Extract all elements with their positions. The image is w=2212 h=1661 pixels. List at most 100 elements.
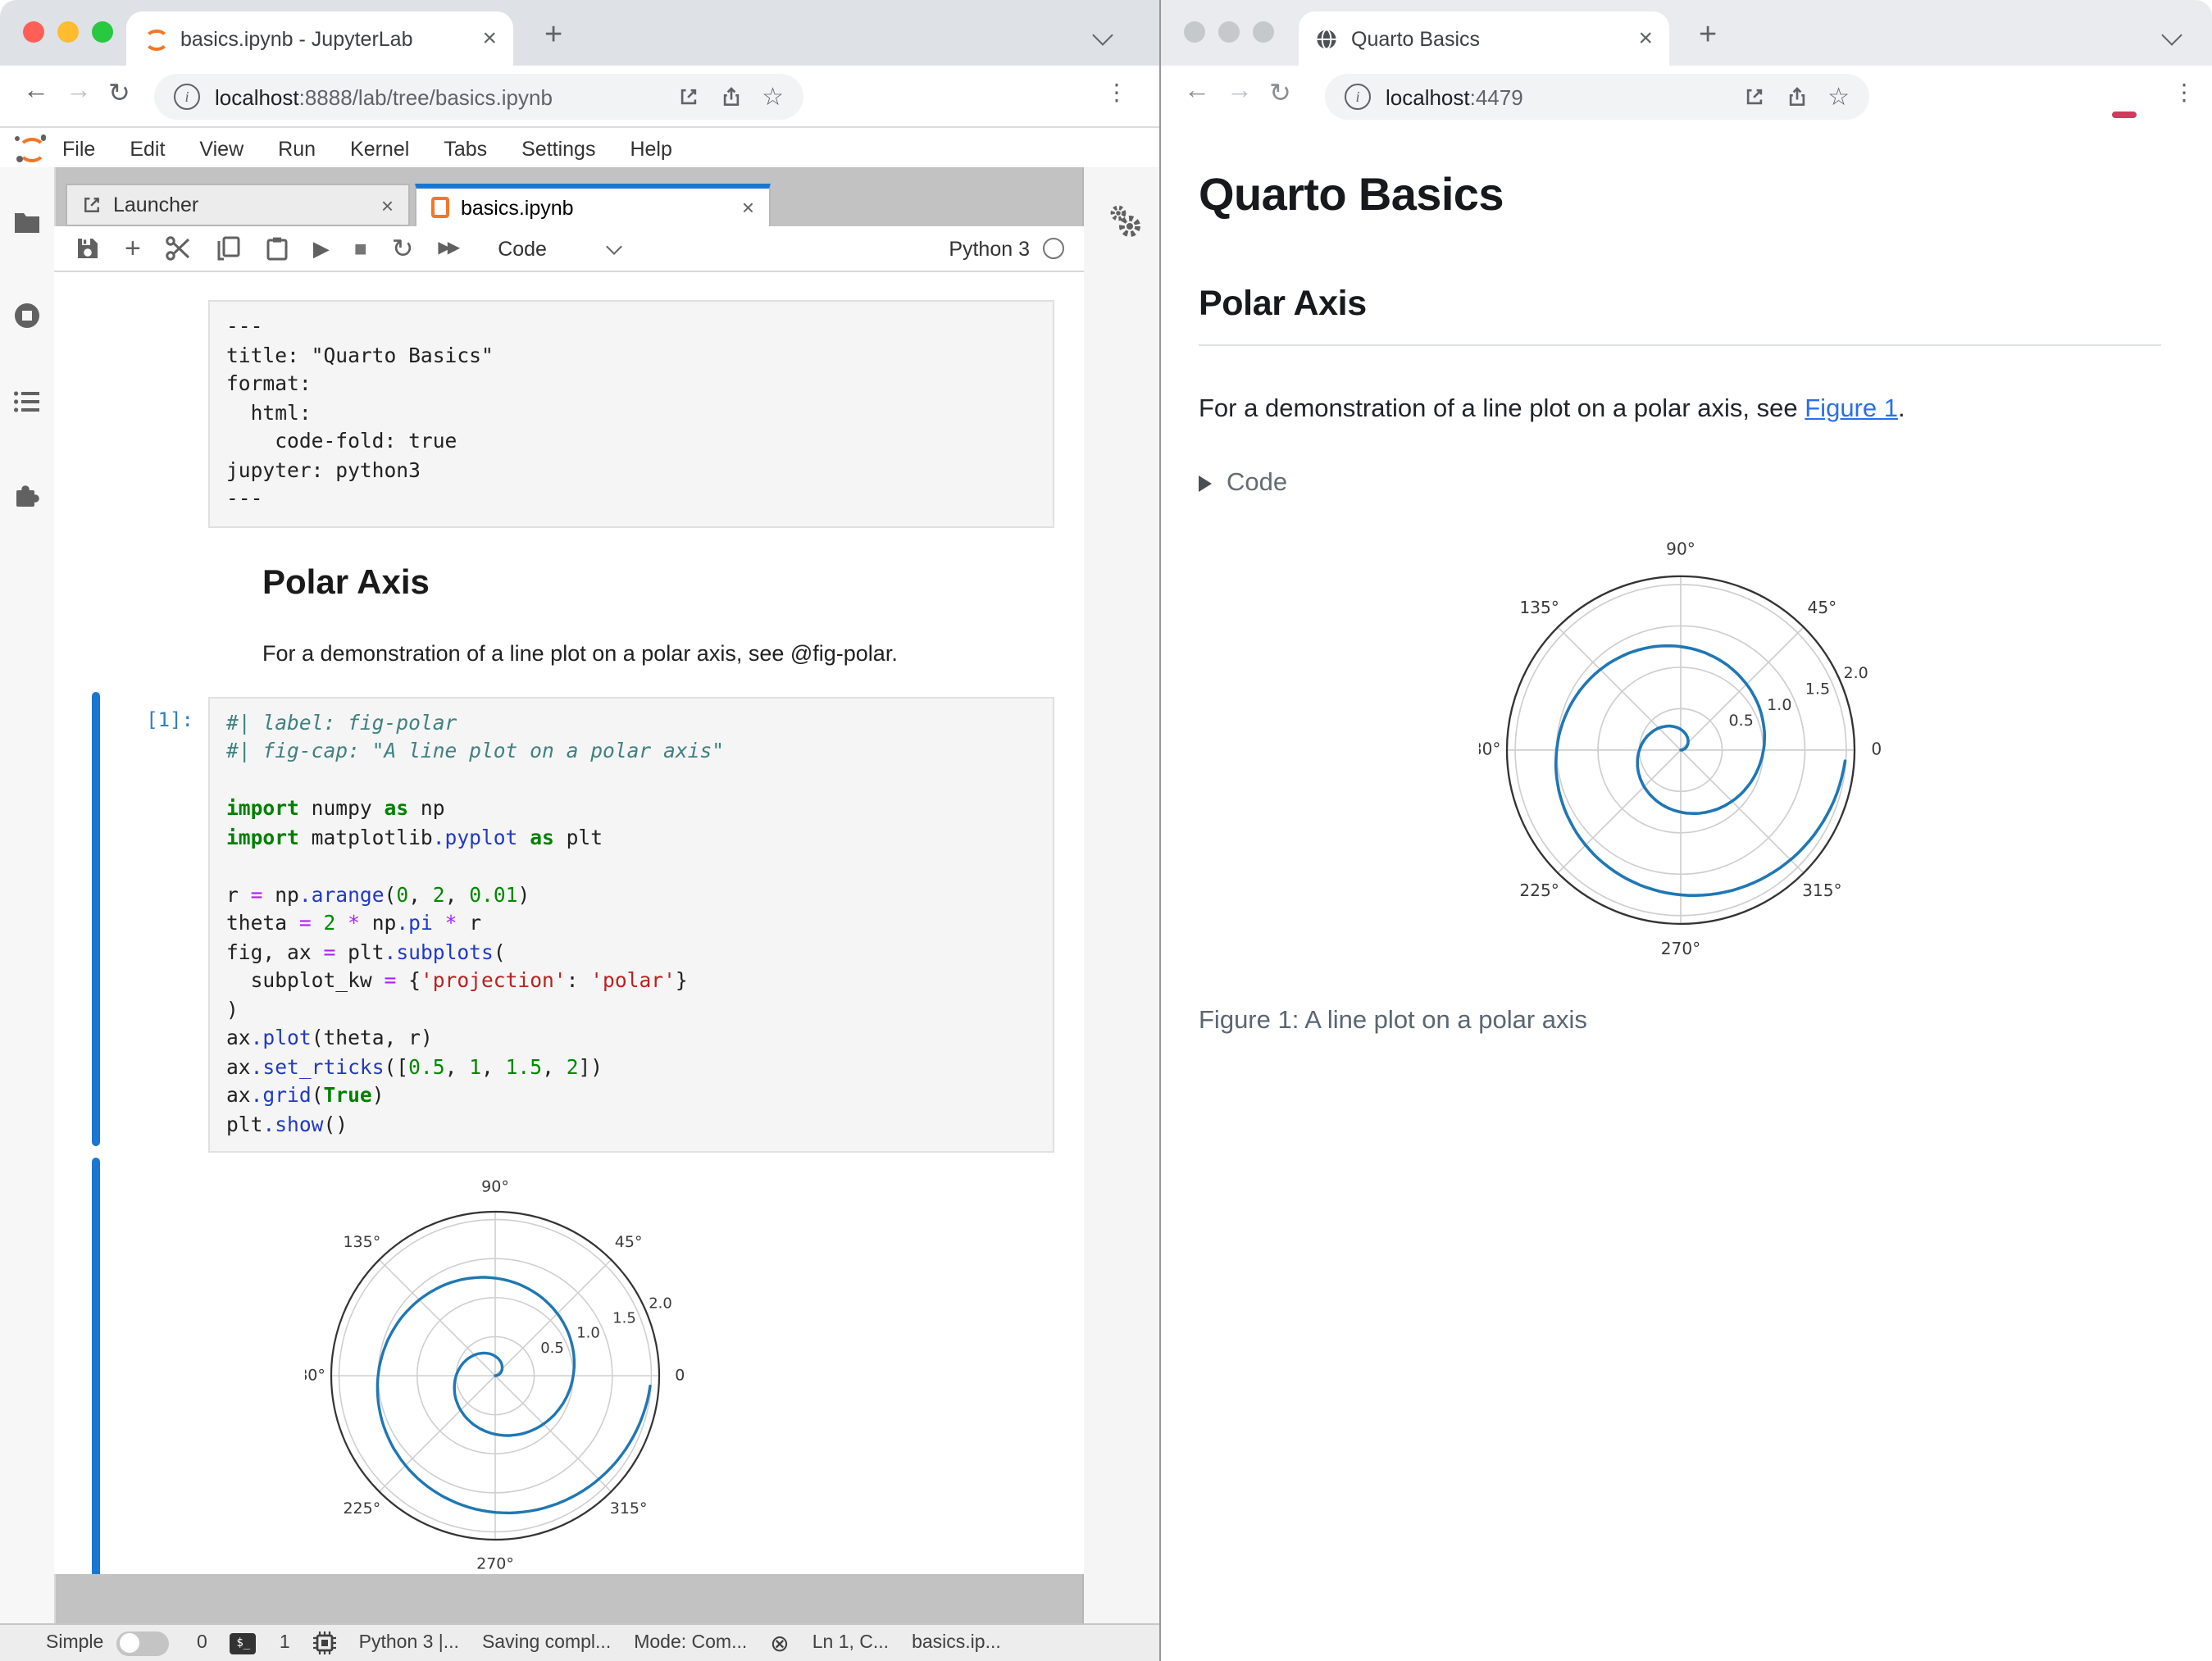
back-icon[interactable]: ← [1184, 77, 1210, 107]
save-icon[interactable] [75, 236, 100, 261]
add-cell-icon[interactable]: + [125, 232, 141, 265]
url-text[interactable]: localhost:4479 [1386, 84, 1742, 109]
mode-indicator[interactable]: Mode: Com... [634, 1633, 747, 1653]
file-browser-icon[interactable] [13, 210, 41, 243]
code-cell-editor[interactable]: #| label: fig-polar #| fig-cap: "A line p… [208, 696, 1054, 1153]
yaml-line: --- [226, 315, 263, 338]
menu-edit[interactable]: Edit [130, 137, 165, 160]
yaml-line: code-fold: true [226, 430, 457, 453]
close-tab-icon[interactable]: × [482, 26, 497, 51]
property-inspector-gears-icon[interactable] [1105, 203, 1141, 239]
run-cell-icon[interactable]: ▶ [313, 235, 330, 262]
browser-menu-icon[interactable]: ⋮ [2173, 79, 2196, 107]
code-fold-disclosure[interactable]: Code [1199, 469, 2161, 498]
menu-view[interactable]: View [199, 137, 244, 160]
close-window-button[interactable] [23, 21, 44, 43]
browser-menu-icon[interactable]: ⋮ [1105, 79, 1128, 107]
cut-cells-icon[interactable] [166, 236, 192, 261]
share-icon[interactable] [719, 85, 742, 108]
site-info-icon[interactable]: i [1345, 84, 1371, 110]
code-cell[interactable]: [1]: #| label: fig-polar #| fig-cap: "A l… [54, 696, 1084, 1153]
code-line: ) [226, 998, 239, 1021]
paste-cells-icon[interactable] [266, 236, 289, 261]
tab-overflow-chevron-icon[interactable] [1092, 25, 1113, 46]
restart-run-all-icon[interactable]: ▶▶ [438, 239, 460, 257]
left-activity-bar [0, 167, 56, 1625]
address-bar[interactable]: i localhost:8888/lab/tree/basics.ipynb ☆ [154, 74, 803, 120]
disclosure-triangle-icon [1199, 476, 1212, 492]
terminals-count[interactable]: 0 [197, 1633, 207, 1653]
kernel-status-text[interactable]: Python 3 |... [359, 1633, 459, 1653]
forward-icon[interactable]: → [66, 77, 92, 107]
site-info-icon[interactable]: i [174, 84, 200, 110]
kernel-name[interactable]: Python 3 [949, 237, 1030, 260]
code-line: import numpy as np [226, 797, 445, 820]
figure-1-link[interactable]: Figure 1 [1805, 395, 1898, 423]
open-in-new-icon[interactable] [676, 85, 699, 108]
bookmark-star-icon[interactable]: ☆ [762, 84, 784, 109]
back-icon[interactable]: ← [23, 77, 49, 107]
tab-launcher[interactable]: Launcher × [66, 184, 410, 226]
window-controls[interactable] [1184, 21, 1274, 43]
svg-text:45°: 45° [615, 1233, 643, 1251]
svg-text:0°: 0° [1870, 739, 1882, 758]
browser-tab[interactable]: basics.ipynb - JupyterLab × [126, 11, 513, 66]
running-kernels-icon[interactable] [13, 302, 41, 338]
markdown-cell[interactable]: Polar Axis For a demonstration of a line… [54, 563, 1084, 665]
address-bar[interactable]: i localhost:4479 ☆ [1325, 74, 1869, 120]
minimize-window-button[interactable] [1218, 21, 1240, 43]
menu-settings[interactable]: Settings [521, 137, 595, 160]
menu-file[interactable]: File [62, 137, 95, 160]
window-controls[interactable] [23, 21, 113, 43]
code-line: ax.set_rticks([0.5, 1, 1.5, 2]) [226, 1055, 603, 1078]
close-window-button[interactable] [1184, 21, 1205, 43]
extensions-icon[interactable] [13, 482, 41, 517]
close-tab-icon[interactable]: × [1638, 26, 1653, 51]
tab-notebook[interactable]: basics.ipynb × [415, 184, 771, 226]
restart-kernel-icon[interactable]: ↻ [392, 232, 414, 265]
svg-text:270°: 270° [1660, 939, 1700, 958]
table-of-contents-icon[interactable] [13, 390, 41, 421]
new-tab-button[interactable]: + [544, 18, 562, 54]
zoom-window-button[interactable] [92, 21, 113, 43]
reload-icon[interactable]: ↻ [1269, 77, 1291, 110]
reload-icon[interactable]: ↻ [108, 77, 130, 110]
profile-indicator [2112, 111, 2137, 117]
copy-cells-icon[interactable] [216, 236, 241, 261]
yaml-cell-editor[interactable]: --- title: "Quarto Basics" format: html: c… [208, 300, 1054, 527]
menu-tabs[interactable]: Tabs [444, 137, 487, 160]
bookmark-star-icon[interactable]: ☆ [1827, 84, 1850, 109]
browser-toolbar: ← → ↻ i localhost:8888/lab/tree/basics.i… [0, 66, 1159, 128]
line-col-indicator[interactable]: Ln 1, C... [812, 1633, 889, 1653]
share-icon[interactable] [1785, 85, 1808, 108]
menu-help[interactable]: Help [630, 137, 671, 160]
diagnostics-icon[interactable]: ⊗ [770, 1631, 789, 1654]
code-line: plt.show() [226, 1113, 348, 1135]
minimize-window-button[interactable] [57, 21, 79, 43]
code-cell-collapser[interactable] [92, 692, 100, 1146]
url-text[interactable]: localhost:8888/lab/tree/basics.ipynb [215, 84, 676, 109]
menu-kernel[interactable]: Kernel [350, 137, 409, 160]
close-tab-icon[interactable]: × [742, 195, 754, 220]
forward-icon[interactable]: → [1227, 77, 1253, 107]
interrupt-kernel-icon[interactable]: ■ [354, 236, 367, 261]
tab-launcher-label: Launcher [113, 193, 199, 216]
kernel-status-icon[interactable] [1043, 238, 1064, 259]
output-cell-collapser[interactable] [92, 1158, 100, 1574]
jupyterlab-statusbar: Simple 0 $_ 1 Python 3 |... Saving compl… [0, 1623, 1159, 1661]
new-tab-button[interactable]: + [1699, 18, 1717, 54]
browser-tab[interactable]: Quarto Basics × [1299, 11, 1669, 66]
svg-text:135°: 135° [343, 1233, 380, 1251]
simple-mode-toggle[interactable] [116, 1631, 170, 1655]
kernels-count[interactable]: 1 [280, 1633, 290, 1653]
open-in-new-icon[interactable] [1742, 85, 1765, 108]
close-tab-icon[interactable]: × [381, 193, 394, 217]
svg-text:0.5: 0.5 [1728, 712, 1753, 730]
tab-overflow-chevron-icon[interactable] [2161, 25, 2182, 46]
menu-run[interactable]: Run [278, 137, 316, 160]
raw-yaml-cell[interactable]: --- title: "Quarto Basics" format: html: c… [54, 300, 1084, 527]
browser-tab-title: Quarto Basics [1351, 27, 1481, 50]
zoom-window-button[interactable] [1253, 21, 1274, 43]
cell-type-dropdown[interactable]: Code [498, 237, 623, 260]
